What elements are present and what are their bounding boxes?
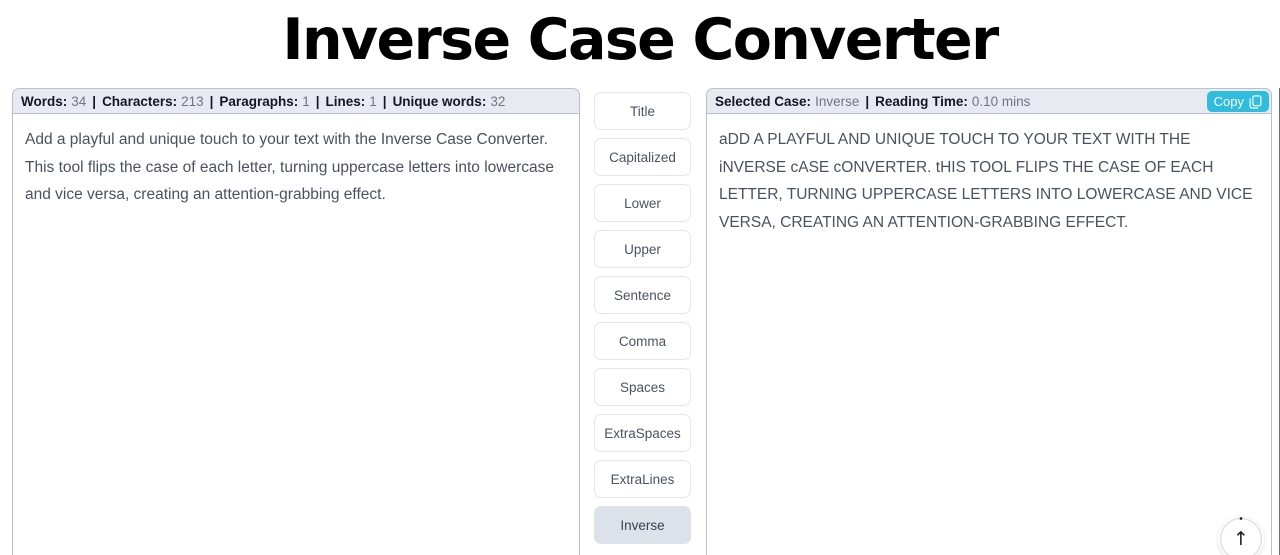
copy-button-label: Copy xyxy=(1213,94,1244,109)
case-button-lower[interactable]: Lower xyxy=(594,184,691,222)
case-button-extraspaces[interactable]: ExtraSpaces xyxy=(594,414,691,452)
lines-label: Lines: xyxy=(325,93,366,109)
characters-value: 213 xyxy=(181,93,204,109)
output-stats-separator: | xyxy=(865,93,870,109)
copy-icon xyxy=(1249,94,1262,109)
case-button-spaces[interactable]: Spaces xyxy=(594,368,691,406)
selected-case-label: Selected Case: xyxy=(715,93,812,109)
output-panel: Selected Case: Inverse | Reading Time: 0… xyxy=(706,88,1272,555)
case-button-extralines[interactable]: ExtraLines xyxy=(594,460,691,498)
input-panel: Words: 34 | Characters: 213 | Paragraphs… xyxy=(12,88,580,555)
output-stats-bar: Selected Case: Inverse | Reading Time: 0… xyxy=(706,88,1272,114)
scroll-to-top-button[interactable]: ↑ xyxy=(1218,516,1264,555)
text-output-area[interactable]: aDD A PLAYFUL AND UNIQUE TOUCH TO YOUR T… xyxy=(706,114,1272,555)
case-button-inverse[interactable]: Inverse xyxy=(594,506,691,544)
case-button-sentence[interactable]: Sentence xyxy=(594,276,691,314)
case-button-column: Title Capitalized Lower Upper Sentence Comma S… xyxy=(594,92,691,544)
words-label: Words: xyxy=(21,93,68,109)
stats-separator-4: | xyxy=(382,93,387,109)
reading-time-label: Reading Time: xyxy=(875,93,968,109)
unique-words-label: Unique words: xyxy=(392,93,487,109)
stats-separator-1: | xyxy=(92,93,97,109)
stats-separator-3: | xyxy=(315,93,320,109)
page-root: Inverse Case Converter Words: 34 | Chara… xyxy=(0,0,1280,555)
words-value: 34 xyxy=(71,93,87,109)
case-button-capitalized[interactable]: Capitalized xyxy=(594,138,691,176)
copy-button[interactable]: Copy xyxy=(1206,91,1269,112)
case-button-title[interactable]: Title xyxy=(594,92,691,130)
characters-label: Characters: xyxy=(102,93,178,109)
selected-case-value: Inverse xyxy=(815,93,860,109)
paragraphs-label: Paragraphs: xyxy=(219,93,299,109)
unique-words-value: 32 xyxy=(490,93,506,109)
paragraphs-value: 1 xyxy=(302,93,310,109)
input-stats-bar: Words: 34 | Characters: 213 | Paragraphs… xyxy=(12,88,580,114)
case-button-comma[interactable]: Comma xyxy=(594,322,691,360)
case-button-upper[interactable]: Upper xyxy=(594,230,691,268)
arrow-up-icon: ↑ xyxy=(1233,527,1249,550)
reading-time-value: 0.10 mins xyxy=(971,93,1031,109)
lines-value: 1 xyxy=(369,93,377,109)
text-input-area[interactable]: Add a playful and unique touch to your t… xyxy=(12,114,580,555)
stats-separator-2: | xyxy=(209,93,214,109)
page-title: Inverse Case Converter xyxy=(282,7,999,73)
